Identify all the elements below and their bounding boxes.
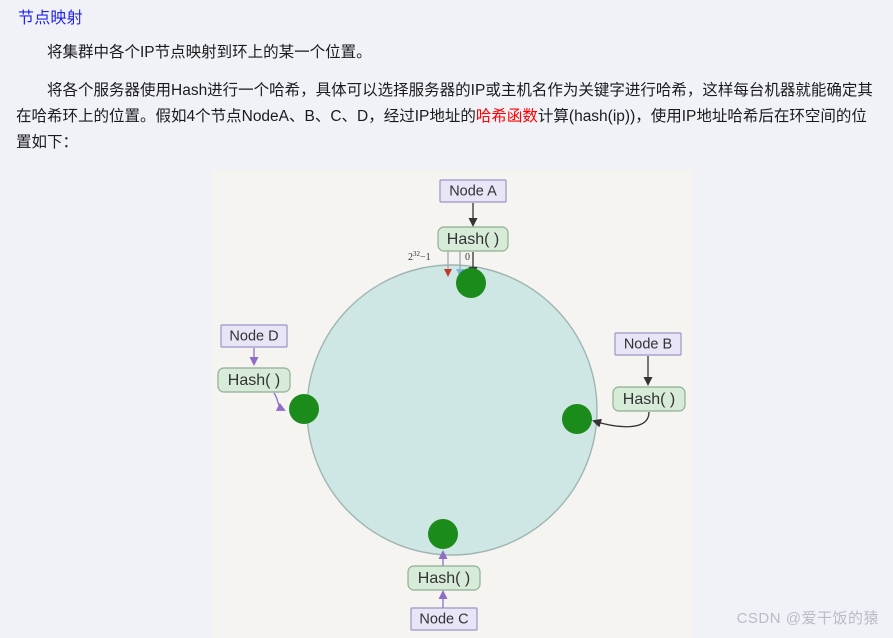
node-d-ring-dot: [289, 394, 319, 424]
node-c-label: Node C: [419, 612, 468, 628]
node-d-hash-label: Hash( ): [228, 372, 280, 389]
node-d-label: Node D: [229, 329, 278, 345]
ring-origin-right-label: 0: [465, 252, 470, 263]
node-d-hash-to-ring-arrow: [273, 392, 286, 411]
paragraph-detail: 将各个服务器使用Hash进行一个哈希，具体可以选择服务器的IP或主机名作为关键字…: [10, 78, 883, 156]
node-b-ring-dot: [562, 404, 592, 434]
ring-origin-left-label: 232−1: [408, 250, 431, 263]
node-a-hash-label: Hash( ): [447, 231, 499, 248]
hash-ring-diagram: 232−1 0 Node A Hash( ) Node B Hash( ) Ha…: [212, 170, 692, 638]
hash-function-highlight: 哈希函数: [475, 108, 538, 125]
node-a-ring-dot: [456, 268, 486, 298]
node-a-label: Node A: [449, 184, 497, 200]
node-d-group: Node D Hash( ): [217, 324, 319, 424]
paragraph-intro: 将集群中各个IP节点映射到环上的某一个位置。: [47, 44, 372, 61]
csdn-watermark: CSDN @爱干饭的猿: [736, 610, 879, 627]
page-title: 节点映射: [18, 10, 83, 27]
hash-ring-circle: [306, 264, 598, 556]
node-c-hash-label: Hash( ): [418, 570, 470, 587]
node-b-label: Node B: [624, 337, 672, 353]
article-body: 节点映射 将集群中各个IP节点映射到环上的某一个位置。 将各个服务器使用Hash…: [0, 0, 893, 156]
node-b-to-ring-arrow: [592, 411, 650, 428]
node-b-hash-label: Hash( ): [623, 391, 675, 408]
tick-tail: −1: [420, 252, 431, 263]
node-c-ring-dot: [428, 519, 458, 549]
